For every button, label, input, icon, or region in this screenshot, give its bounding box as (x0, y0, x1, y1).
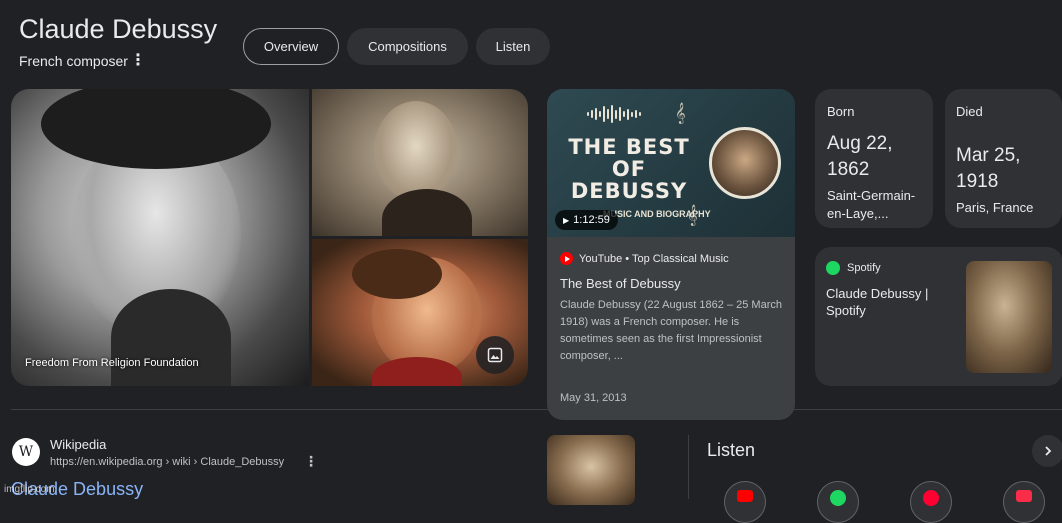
spotify-thumbnail[interactable] (966, 261, 1052, 373)
soundwave-icon (587, 105, 645, 123)
watermark: imgflip.com (4, 484, 55, 495)
video-source: YouTube • Top Classical Music (560, 252, 729, 265)
image-icon[interactable] (476, 336, 514, 374)
result-thumbnail[interactable] (547, 435, 635, 505)
chevron-right-icon[interactable] (1032, 435, 1062, 467)
died-date-line2: 1918 (956, 171, 999, 192)
more-options-icon[interactable]: ⋮ (130, 50, 146, 70)
spotify-button[interactable] (817, 481, 859, 523)
video-thumbnail[interactable]: 𝄞 𝄞 THE BEST OF DEBUSSY MUSIC AND BIOGRA… (547, 89, 795, 237)
youtube-icon (923, 490, 939, 506)
entity-subtitle: French composer (19, 53, 128, 69)
spotify-source-label: Spotify (847, 262, 881, 274)
youtube-button[interactable] (910, 481, 952, 523)
section-divider (11, 409, 1062, 410)
portrait-photo-main[interactable] (11, 89, 309, 386)
spotify-title[interactable]: Claude Debussy | Spotify (826, 285, 951, 319)
born-date-line2: 1862 (827, 159, 870, 180)
result-options-icon[interactable]: ⋮ (304, 453, 318, 470)
born-card[interactable]: Born Aug 22, 1862 Saint-Germain- en-Laye… (815, 89, 933, 228)
treble-clef-icon: 𝄞 (675, 103, 686, 123)
portrait-photo-top[interactable] (312, 89, 528, 236)
video-duration-badge: ▶ 1:12:59 (555, 210, 618, 230)
tab-overview[interactable]: Overview (243, 28, 339, 65)
video-date: May 31, 2013 (560, 392, 627, 404)
page-title: Claude Debussy (19, 14, 218, 44)
result-site-name[interactable]: Wikipedia (50, 437, 106, 452)
video-card[interactable]: 𝄞 𝄞 THE BEST OF DEBUSSY MUSIC AND BIOGRA… (547, 89, 795, 420)
tab-compositions[interactable]: Compositions (347, 28, 468, 65)
youtube-music-button[interactable] (724, 481, 766, 523)
image-collage[interactable]: Freedom From Religion Foundation (11, 89, 528, 386)
spotify-source: Spotify (826, 261, 881, 275)
spotify-icon (830, 490, 846, 506)
apple-music-icon (1016, 490, 1032, 502)
died-date-line1: Mar 25, (956, 145, 1021, 166)
spotify-icon (826, 261, 840, 275)
wikipedia-icon: W (12, 438, 40, 466)
result-url[interactable]: https://en.wikipedia.org › wiki › Claude… (50, 456, 284, 468)
spotify-card[interactable]: Spotify Claude Debussy | Spotify (815, 247, 1062, 386)
tab-listen[interactable]: Listen (476, 28, 550, 65)
video-duration: 1:12:59 (573, 214, 610, 226)
apple-music-button[interactable] (1003, 481, 1045, 523)
thumbnail-subtitle: MUSIC AND BIOGRAPHY (603, 209, 711, 219)
born-date-line1: Aug 22, (827, 133, 893, 154)
died-card[interactable]: Died Mar 25, 1918 Paris, France (945, 89, 1062, 228)
died-label: Died (956, 104, 983, 119)
video-description: Claude Debussy (22 August 1862 – 25 Marc… (560, 299, 782, 362)
thumbnail-portrait (709, 127, 781, 199)
died-place: Paris, France (956, 200, 1034, 215)
youtube-icon (560, 252, 573, 265)
play-icon: ▶ (563, 215, 570, 225)
vertical-divider (688, 435, 689, 499)
youtube-music-icon (737, 490, 753, 502)
listen-heading: Listen (707, 440, 756, 460)
born-place-line1: Saint-Germain- (827, 188, 916, 203)
born-place-line2: en-Laye,... (827, 206, 889, 221)
video-source-label: YouTube • Top Classical Music (579, 252, 729, 265)
thumbnail-title: THE BEST OF DEBUSSY (568, 135, 690, 203)
video-title[interactable]: The Best of Debussy (560, 276, 681, 291)
image-credit: Freedom From Religion Foundation (25, 357, 199, 369)
born-label: Born (827, 104, 855, 119)
